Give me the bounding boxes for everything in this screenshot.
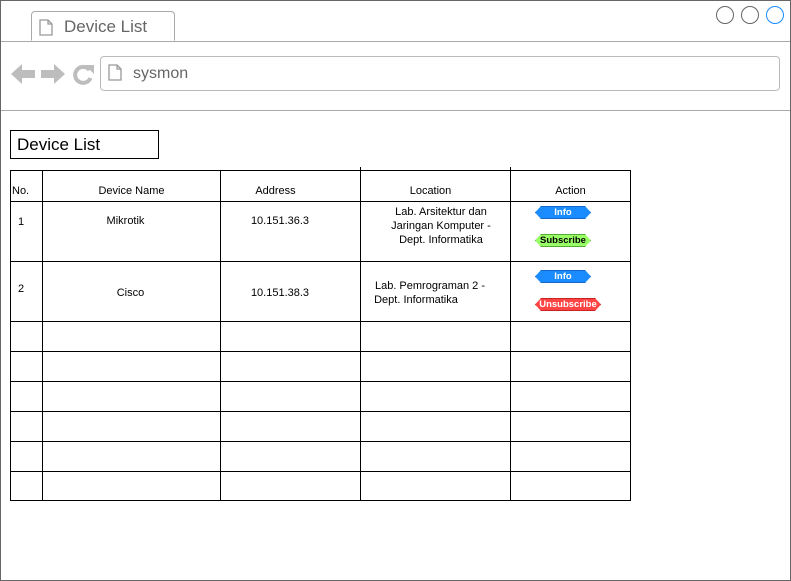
table-row-divider [10, 321, 631, 322]
close-window-button[interactable] [766, 6, 784, 24]
info-button[interactable]: Info [535, 206, 591, 219]
table-row-divider [10, 201, 631, 202]
table-row-divider [10, 351, 631, 352]
table-row-divider [10, 471, 631, 472]
back-arrow-icon[interactable] [11, 64, 35, 84]
navigation-bar: sysmon [1, 42, 790, 111]
table-border-line [10, 170, 631, 171]
location-line: Jaringan Komputer - [391, 220, 491, 232]
table-row-divider [10, 441, 631, 442]
header-address: Address [255, 185, 296, 197]
page-title-box: Device List [10, 130, 159, 159]
forward-arrow-icon[interactable] [41, 64, 65, 84]
table-border-line [630, 170, 631, 501]
page-title: Device List [17, 135, 101, 154]
header-action: Action [555, 185, 586, 197]
address-bar[interactable]: sysmon [100, 56, 780, 91]
location-line: Dept. Informatika [399, 234, 483, 246]
row-number: 1 [18, 216, 25, 228]
device-address: 10.151.38.3 [250, 287, 310, 299]
unsubscribe-button[interactable]: Unsubscribe [535, 298, 601, 311]
tab-bar: Device List [1, 1, 790, 42]
location-line: Lab. Pemrograman 2 - [374, 280, 486, 292]
tab-title: Device List [64, 17, 148, 36]
table-row-divider [10, 411, 631, 412]
row-number: 2 [18, 283, 25, 295]
header-location: Location [409, 185, 452, 197]
reload-icon[interactable] [72, 64, 94, 85]
minimize-window-button[interactable] [716, 6, 734, 24]
subscribe-button[interactable]: Subscribe [535, 234, 591, 247]
table-border-line [10, 170, 11, 501]
table-row-divider [10, 381, 631, 382]
address-text: sysmon [133, 65, 189, 82]
header-device-name: Device Name [98, 185, 165, 197]
device-table: No. Device Name Address Location Action … [10, 167, 631, 501]
document-icon [39, 19, 53, 36]
header-no: No. [12, 185, 30, 197]
info-button[interactable]: Info [535, 270, 591, 283]
table-border-line [10, 500, 631, 501]
device-address: 10.151.36.3 [250, 215, 310, 227]
device-name: Mikrotik [106, 215, 145, 227]
location-line: Dept. Informatika [374, 294, 458, 306]
table-row-divider [10, 261, 631, 262]
maximize-window-button[interactable] [741, 6, 759, 24]
browser-tab[interactable]: Device List [31, 11, 175, 41]
document-icon [108, 64, 122, 81]
device-name: Cisco [116, 287, 145, 299]
location-line: Lab. Arsitektur dan [395, 206, 487, 218]
